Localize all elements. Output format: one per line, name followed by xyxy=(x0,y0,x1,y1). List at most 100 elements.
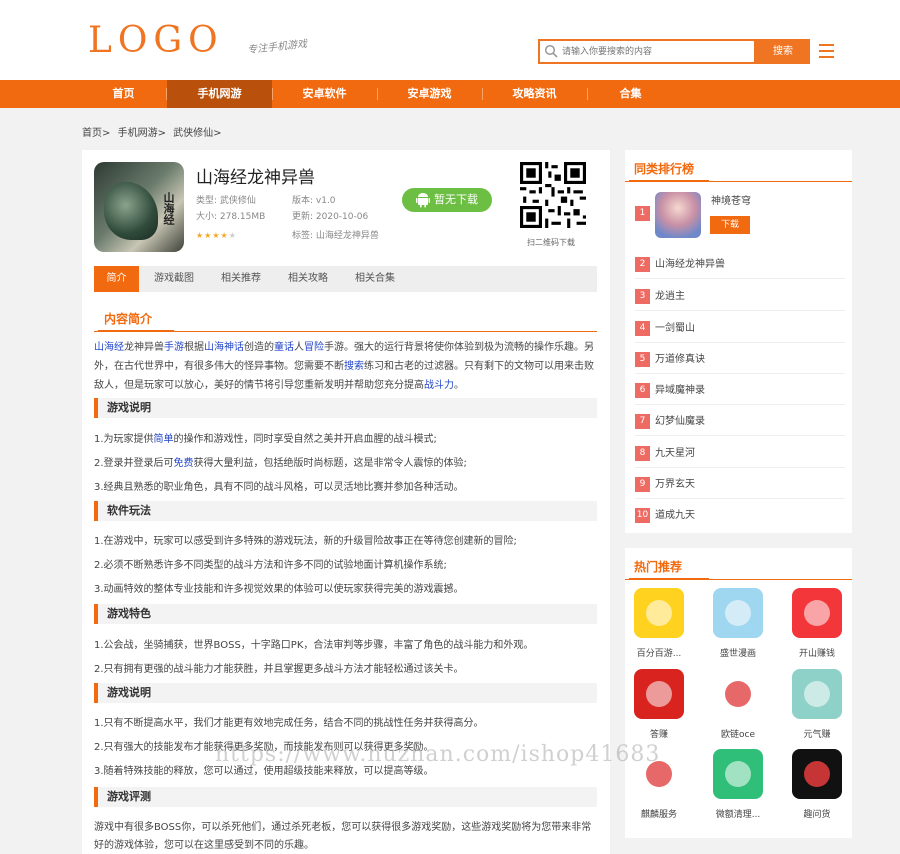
menu-icon[interactable] xyxy=(819,44,834,58)
app-size: 大小: 278.15MB xyxy=(196,212,266,222)
link-adventure[interactable]: 冒险 xyxy=(304,342,324,353)
download-button[interactable]: 暂无下载 xyxy=(402,188,492,212)
ranking-row[interactable]: 9 万界玄天 xyxy=(635,471,845,499)
rank-number: 1 xyxy=(635,206,650,221)
breadcrumb-wuxia[interactable]: 武侠修仙> xyxy=(173,128,221,139)
tab-intro[interactable]: 简介 xyxy=(94,266,139,292)
ranking-panel: 同类排行榜 1 神境苍穹 下载 2 山海经龙神异兽 3 龙逍主 4 一剑蜀山 5 万道修… xyxy=(625,150,852,533)
hot-app-item[interactable]: 趣问货 xyxy=(787,749,847,827)
earn-icon xyxy=(634,669,684,719)
nav-guides-news[interactable]: 攻略资讯 xyxy=(482,80,587,108)
section-title-text: 内容简介 xyxy=(104,312,153,326)
hot-app-item[interactable]: 百分百游... xyxy=(629,588,689,666)
ranking-title: 同类排行榜 xyxy=(625,158,852,182)
hot-app-item[interactable]: 微额清理... xyxy=(708,749,768,827)
search-input[interactable] xyxy=(562,43,752,60)
hot-app-label: 欧链oce xyxy=(721,730,755,740)
tab-related-collections[interactable]: 相关合集 xyxy=(345,266,405,292)
link-mobile-game[interactable]: 手游 xyxy=(164,342,184,353)
qr-caption: 扫二维码下载 xyxy=(527,238,575,247)
star-icon: ★ xyxy=(228,231,237,240)
hot-app-label: 开山赚钱 xyxy=(798,649,835,659)
app-title: 山海经龙神异兽 xyxy=(196,168,315,188)
intro-paragraph: 山海经龙神异兽手游根据山海神话创造的童话人冒险手游。强大的运行背景将使你体验到极… xyxy=(94,342,594,391)
hot-app-item[interactable]: 答赚 xyxy=(629,669,689,747)
app-version: 版本: v1.0 xyxy=(292,196,336,206)
hot-app-label: 麒麟服务 xyxy=(640,810,677,820)
paragraph: 游戏中有很多BOSS你，可以杀死他们，通过杀死老板，您可以获得很多游戏奖励，这些… xyxy=(94,822,592,851)
app-icon: 山海经 xyxy=(94,162,184,252)
tab-related-guides[interactable]: 相关攻略 xyxy=(278,266,338,292)
link-combat-power[interactable]: 战斗力 xyxy=(424,380,454,391)
app-type: 类型: 武侠修仙 xyxy=(196,196,256,206)
rank-download-button[interactable]: 下载 xyxy=(710,216,750,234)
nav-mobile-online-games[interactable]: 手机网游 xyxy=(167,80,272,108)
ranking-row[interactable]: 2 山海经龙神异兽 xyxy=(635,251,845,279)
link-search[interactable]: 搜索 xyxy=(344,361,364,372)
subsection-gameplay: 软件玩法 xyxy=(94,501,597,521)
hot-app-item[interactable]: 开山赚钱 xyxy=(787,588,847,666)
hot-title: 热门推荐 xyxy=(625,556,852,580)
hot-panel: 热门推荐 百分百游... 盛世漫画 开山赚钱答赚 欧链oce 元气赚麒麟服务 微额清理..… xyxy=(625,548,852,838)
fan-icon xyxy=(713,749,763,799)
game-avatar xyxy=(655,192,701,238)
ranking-row[interactable]: 4 一剑蜀山 xyxy=(635,315,845,343)
hot-app-item[interactable]: 盛世漫画 xyxy=(708,588,768,666)
rocket-icon xyxy=(792,749,842,799)
nav-android-software[interactable]: 安卓软件 xyxy=(272,80,377,108)
app-tags: 标签: 山海经龙神异兽 xyxy=(292,231,379,241)
link-shanhai-myth[interactable]: 山海神话 xyxy=(204,342,244,353)
star-icon: ★ xyxy=(220,231,229,240)
nav-android-games[interactable]: 安卓游戏 xyxy=(377,80,482,108)
hot-app-item[interactable]: 元气赚 xyxy=(787,669,847,747)
ranking-row[interactable]: 10 道成九天 xyxy=(635,502,845,530)
oce-icon xyxy=(713,669,763,719)
search-icon xyxy=(544,44,558,58)
hot-app-label: 百分百游... xyxy=(636,649,682,659)
qr-code xyxy=(520,162,586,228)
ranking-top-item[interactable]: 1 神境苍穹 下载 xyxy=(635,192,845,242)
paragraph: 2.登录并登录后可免费获得大量利益，包括绝版时尚标题，这是非常令人震惊的体验; xyxy=(94,458,467,469)
paragraph: 2.必须不断熟悉许多不同类型的战斗方法和许多不同的试验地面计算机操作系统; xyxy=(94,560,447,571)
star-icon: ★ xyxy=(196,231,205,240)
smiley-icon xyxy=(634,588,684,638)
top-bar: LOGO 专注手机游戏 搜索 xyxy=(0,0,900,80)
search-box[interactable] xyxy=(538,39,756,64)
ranking-row[interactable]: 3 龙逍主 xyxy=(635,283,845,311)
breadcrumb-mobile-online-games[interactable]: 手机网游> xyxy=(118,128,166,139)
app-update-date: 更新: 2020-10-06 xyxy=(292,212,369,222)
site-logo[interactable]: LOGO xyxy=(88,20,224,61)
ranking-row[interactable]: 8 九天星河 xyxy=(635,440,845,468)
breadcrumb: 首页> 手机网游> 武侠修仙> xyxy=(82,124,226,139)
site-slogan: 专注手机游戏 xyxy=(246,38,308,57)
nav-collections[interactable]: 合集 xyxy=(578,80,683,108)
subsection-features: 游戏特色 xyxy=(94,604,597,624)
breadcrumb-home[interactable]: 首页> xyxy=(82,128,110,139)
coin-icon xyxy=(792,588,842,638)
download-label: 暂无下载 xyxy=(434,193,478,206)
nav-home[interactable]: 首页 xyxy=(71,80,176,108)
hot-app-label: 趣问货 xyxy=(803,810,831,820)
tab-related-recommend[interactable]: 相关推荐 xyxy=(211,266,271,292)
link-fairytale[interactable]: 童话 xyxy=(274,342,294,353)
link-free[interactable]: 免费 xyxy=(174,458,194,469)
hot-app-label: 盛世漫画 xyxy=(719,649,756,659)
tab-screenshots[interactable]: 游戏截图 xyxy=(144,266,204,292)
subsection-game-description: 游戏说明 xyxy=(94,398,597,418)
link-shanhaijing[interactable]: 山海经 xyxy=(94,342,124,353)
search-button[interactable]: 搜索 xyxy=(756,39,810,64)
subsection-review: 游戏评测 xyxy=(94,787,597,807)
ranking-row[interactable]: 6 异域魔神录 xyxy=(635,377,845,405)
rating-stars: ★★★★★ xyxy=(196,231,237,240)
main-nav: 首页 手机网游 安卓软件 安卓游戏 攻略资讯 合集 xyxy=(0,80,900,108)
hot-app-label: 微额清理... xyxy=(715,810,761,820)
link-simple[interactable]: 简单 xyxy=(154,434,174,445)
paragraph: 1.公会战，坐骑捕获，世界BOSS，十字路口PK，合法审判等步骤，丰富了角色的战… xyxy=(94,640,534,651)
watermark-text: https://www.huzhan.com/ishop41683 xyxy=(215,742,661,767)
ranking-row[interactable]: 7 幻梦仙魔录 xyxy=(635,408,845,436)
rank-game-name: 神境苍穹 xyxy=(711,196,751,207)
app-icon-text: 山海经 xyxy=(162,192,175,225)
hot-app-label: 答赚 xyxy=(649,730,668,740)
hot-app-item[interactable]: 欧链oce xyxy=(708,669,768,747)
ranking-row[interactable]: 5 万道修真诀 xyxy=(635,346,845,374)
